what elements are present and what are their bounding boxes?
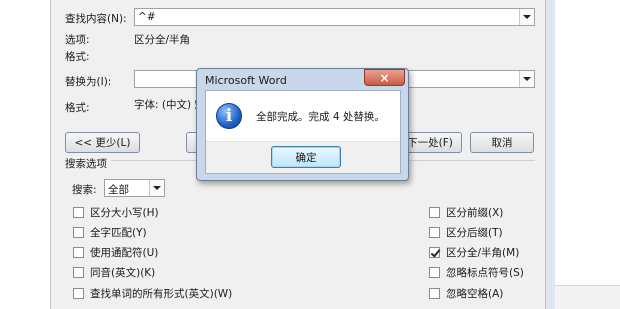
checkbox-label: 使用通配符(U) [90,246,159,259]
checkbox-box[interactable] [429,226,440,238]
background-right [555,0,620,309]
search-direction-dropdown-arrow[interactable] [149,180,164,196]
find-what-label: 查找内容(N): [65,13,127,25]
find-what-dropdown-arrow[interactable] [519,9,534,25]
checkbox-whole-word[interactable]: 全字匹配(Y) [73,225,147,239]
options-value: 区分全/半角 [134,34,191,46]
checkbox-label: 忽略空格(A) [446,287,504,300]
replace-with-dropdown-arrow[interactable] [519,71,534,87]
less-button[interactable]: << 更少(L) [65,132,140,153]
checkbox-label: 区分后缀(T) [446,226,503,239]
checkbox-box[interactable] [429,246,440,258]
message-box: Microsoft Word × i 全部完成。完成 4 处替换。 确定 [196,68,409,181]
replace-with-label: 替换为(I): [65,76,112,88]
checkbox-match-case[interactable]: 区分大小写(H) [73,205,159,219]
message-text: 全部完成。完成 4 处替换。 [256,111,385,123]
checkbox-box[interactable] [73,287,84,299]
replace-format-label: 格式: [65,102,90,114]
checkbox-label: 忽略标点符号(S) [446,266,524,279]
checkbox-label: 区分前缀(X) [446,206,504,219]
search-options-heading: 搜索选项 [65,156,111,171]
info-icon: i [216,103,242,129]
checkbox-box[interactable] [73,206,84,218]
search-direction-label: 搜索: [72,184,97,196]
options-label: 选项: [65,34,90,46]
dialog-left-margin [0,0,50,309]
checkbox-label: 同音(英文)(K) [90,266,156,279]
ok-button[interactable]: 确定 [271,146,341,168]
message-box-titlebar[interactable]: Microsoft Word × [197,69,408,90]
background-window-strip [555,285,620,309]
checkbox-box[interactable] [429,287,440,299]
checkbox-box[interactable] [73,266,84,278]
checkbox-box[interactable] [429,266,440,278]
replace-format-value: 字体: (中文) 宋 [134,99,205,111]
chevron-down-icon [523,15,531,19]
checkbox-all-word-forms[interactable]: 查找单词的所有形式(英文)(W) [73,286,232,300]
message-box-body: i 全部完成。完成 4 处替换。 确定 [205,90,401,174]
checkbox-label: 全字匹配(Y) [90,226,147,239]
cancel-button[interactable]: 取消 [470,132,534,153]
dialog-left-edge [50,0,51,309]
checkbox-match-width[interactable]: 区分全/半角(M) [429,245,519,259]
chevron-down-icon [153,186,161,190]
checkbox-wildcards[interactable]: 使用通配符(U) [73,245,158,259]
find-format-label: 格式: [65,51,90,63]
dialog-right-frame [545,0,555,309]
close-icon: × [379,70,390,85]
checkbox-match-prefix[interactable]: 区分前缀(X) [429,205,503,219]
checkbox-box[interactable] [73,226,84,238]
checkbox-label: 查找单词的所有形式(英文)(W) [90,287,233,300]
find-what-value[interactable]: ^# [138,11,156,23]
message-box-title: Microsoft Word [205,74,287,87]
find-what-combobox[interactable]: ^# [134,8,535,26]
search-direction-value: 全部 [108,184,129,196]
checkbox-match-suffix[interactable]: 区分后缀(T) [429,225,503,239]
search-direction-select[interactable]: 全部 [104,179,165,197]
checkbox-ignore-punctuation[interactable]: 忽略标点符号(S) [429,265,524,279]
message-button-area: 确定 [206,141,400,173]
checkbox-box[interactable] [429,206,440,218]
close-button[interactable]: × [364,69,405,86]
checkbox-sounds-like[interactable]: 同音(英文)(K) [73,265,155,279]
chevron-down-icon [523,77,531,81]
checkbox-box[interactable] [73,246,84,258]
checkbox-ignore-spaces[interactable]: 忽略空格(A) [429,286,503,300]
checkbox-label: 区分全/半角(M) [446,246,520,259]
checkbox-label: 区分大小写(H) [90,206,159,219]
